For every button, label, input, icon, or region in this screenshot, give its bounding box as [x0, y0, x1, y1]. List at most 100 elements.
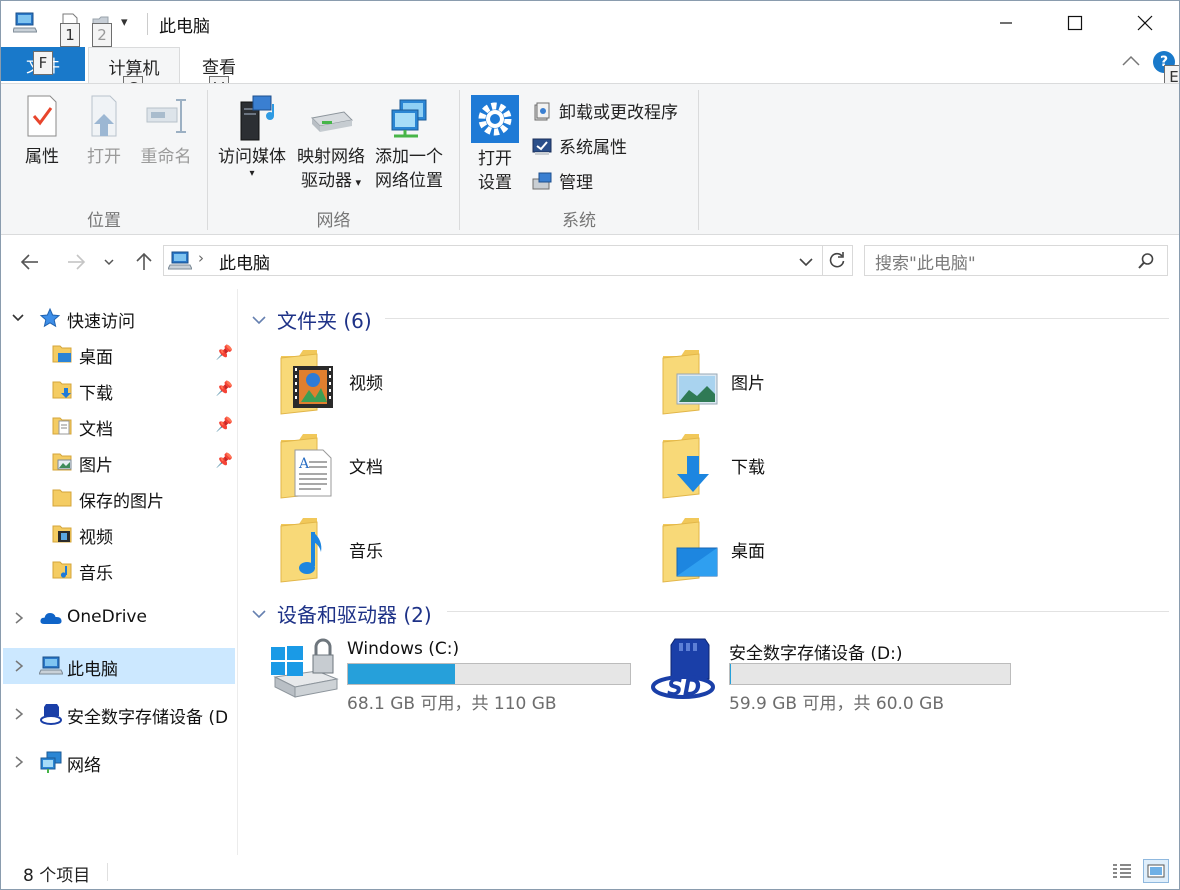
folder-tile-videos[interactable]: 视频: [277, 345, 607, 419]
manage-button[interactable]: 管理: [531, 168, 593, 193]
ribbon: 属性 打开 重命名 位置 访问媒体 ▾ 映射网络 驱动器 ▾ 添加一个 网络位置…: [1, 83, 1179, 235]
chevron-up-icon: [1122, 55, 1140, 66]
chevron-right-icon[interactable]: [13, 707, 25, 721]
recent-locations-button[interactable]: [97, 247, 121, 277]
system-properties-label: 系统属性: [559, 138, 627, 158]
nav-sd-device[interactable]: 安全数字存储设备 (D: [1, 697, 237, 731]
manage-icon: [532, 172, 552, 189]
address-bar[interactable]: › 此电脑: [163, 245, 853, 276]
nav-item-pictures[interactable]: 图片 📌: [1, 445, 237, 479]
forward-arrow-icon: [68, 254, 86, 270]
folder-icon: [52, 489, 72, 507]
drive-space-info: 59.9 GB 可用，共 60.0 GB: [729, 694, 944, 714]
forward-button[interactable]: [61, 247, 91, 277]
computer-icon: [168, 251, 192, 270]
chevron-down-icon: [799, 258, 813, 267]
nav-this-pc-label: 此电脑: [67, 660, 118, 680]
pin-icon[interactable]: 📌: [216, 381, 233, 397]
folder-tile-documents[interactable]: A 文档: [277, 429, 607, 503]
folder-name: 桌面: [731, 542, 765, 562]
back-button[interactable]: [15, 247, 45, 277]
back-arrow-icon: [20, 254, 38, 270]
nav-item-documents[interactable]: 文档 📌: [1, 409, 237, 443]
group-label-location: 位置: [87, 211, 121, 231]
drive-name: 安全数字存储设备 (D:): [729, 644, 903, 664]
address-dropdown-button[interactable]: [798, 253, 814, 273]
content-pane: 文件夹 (6) 视频 图片 A 文档 下载 音乐 桌面 设备和驱动器 (2) W…: [239, 289, 1179, 855]
search-input[interactable]: 搜索"此电脑": [864, 245, 1168, 276]
nav-item-downloads[interactable]: 下载 📌: [1, 373, 237, 407]
open-settings-label-1: 打开: [478, 149, 512, 169]
chevron-right-icon[interactable]: [13, 659, 25, 673]
large-icons-view-button[interactable]: [1143, 859, 1169, 883]
nav-onedrive[interactable]: OneDrive: [1, 601, 237, 635]
collapse-ribbon-button[interactable]: [1121, 53, 1141, 73]
uninstall-button[interactable]: 卸载或更改程序: [531, 98, 678, 123]
minimize-button[interactable]: [977, 1, 1035, 45]
folder-tile-downloads[interactable]: 下载: [659, 429, 989, 503]
desktop-folder-icon: [52, 345, 72, 363]
nav-item-desktop[interactable]: 桌面 📌: [1, 337, 237, 371]
pin-icon[interactable]: 📌: [216, 417, 233, 433]
folder-name: 文档: [349, 458, 383, 478]
folder-tile-music[interactable]: 音乐: [277, 513, 607, 587]
music-folder-icon: [52, 561, 72, 579]
drives-section-header[interactable]: 设备和驱动器 (2): [251, 599, 432, 628]
nav-item-music[interactable]: 音乐: [1, 553, 237, 587]
qat-customize-chevron-icon[interactable]: ▾: [121, 15, 128, 30]
nav-quick-access[interactable]: 快速访问: [1, 301, 237, 335]
pin-icon[interactable]: 📌: [216, 345, 233, 361]
properties-button[interactable]: 属性: [15, 94, 69, 169]
nav-item-videos[interactable]: 视频: [1, 517, 237, 551]
map-network-drive-button[interactable]: 映射网络 驱动器 ▾: [293, 94, 369, 195]
access-media-button[interactable]: 访问媒体 ▾: [213, 94, 291, 179]
pin-icon[interactable]: 📌: [216, 453, 233, 469]
navigation-pane: 快速访问 桌面 📌 下载 📌 文档 📌 图片 📌 保存的图片 视频 音乐 One…: [1, 289, 238, 855]
drive-tile-c[interactable]: Windows (C:) 68.1 GB 可用，共 110 GB: [269, 629, 639, 714]
chevron-down-icon: [252, 315, 266, 324]
map-drive-dropdown-icon: ▾: [351, 176, 362, 189]
drive-space-info: 68.1 GB 可用，共 110 GB: [347, 694, 557, 714]
folder-name: 图片: [731, 374, 765, 394]
desktop-folder-icon: [662, 518, 718, 583]
system-properties-button[interactable]: 系统属性: [531, 133, 627, 158]
section-divider: [447, 611, 1169, 612]
chevron-right-icon[interactable]: [13, 755, 25, 769]
nav-quick-access-label: 快速访问: [67, 312, 135, 332]
maximize-button[interactable]: [1046, 1, 1104, 45]
rename-label: 重命名: [140, 147, 192, 167]
properties-icon: [27, 95, 57, 137]
up-button[interactable]: [129, 247, 159, 277]
address-divider: [822, 246, 823, 275]
svg-text:SD: SD: [667, 676, 701, 701]
star-icon: [39, 307, 61, 328]
nav-this-pc[interactable]: 此电脑: [3, 648, 235, 684]
manage-label: 管理: [559, 173, 593, 193]
nav-network[interactable]: 网络: [1, 745, 237, 779]
folder-tile-pictures[interactable]: 图片: [659, 345, 989, 419]
chevron-right-icon[interactable]: [13, 611, 25, 625]
sd-card-icon: [40, 704, 62, 725]
add-network-location-button[interactable]: 添加一个 网络位置: [371, 94, 447, 193]
nav-item-saved-pictures[interactable]: 保存的图片: [1, 481, 237, 515]
map-drive-label-2: 驱动器 ▾: [293, 169, 369, 195]
network-icon: [40, 751, 62, 773]
add-location-label-1: 添加一个: [375, 147, 443, 167]
close-button[interactable]: [1116, 1, 1174, 45]
network-location-icon: [391, 99, 427, 138]
breadcrumb-this-pc[interactable]: 此电脑: [219, 249, 270, 274]
group-label-network: 网络: [316, 211, 351, 231]
refresh-button[interactable]: [828, 251, 846, 274]
folder-tile-desktop[interactable]: 桌面: [659, 513, 989, 587]
chevron-down-icon[interactable]: [11, 311, 25, 325]
open-button[interactable]: 打开: [79, 94, 129, 169]
details-view-button[interactable]: [1111, 861, 1133, 886]
explorer-window: 1 2 ▾ 此电脑 文件 F 计算机 C 查看 V: [0, 0, 1180, 890]
drive-tile-d[interactable]: SD 安全数字存储设备 (D:) 59.9 GB 可用，共 60.0 GB: [649, 629, 1029, 714]
folders-section-header[interactable]: 文件夹 (6): [251, 305, 372, 334]
rename-button[interactable]: 重命名: [135, 94, 197, 169]
open-settings-button[interactable]: 打开 设置: [467, 94, 523, 195]
access-media-dropdown-icon: ▾: [249, 168, 255, 179]
open-settings-label-2: 设置: [478, 173, 512, 193]
pictures-folder-icon: [52, 453, 72, 471]
